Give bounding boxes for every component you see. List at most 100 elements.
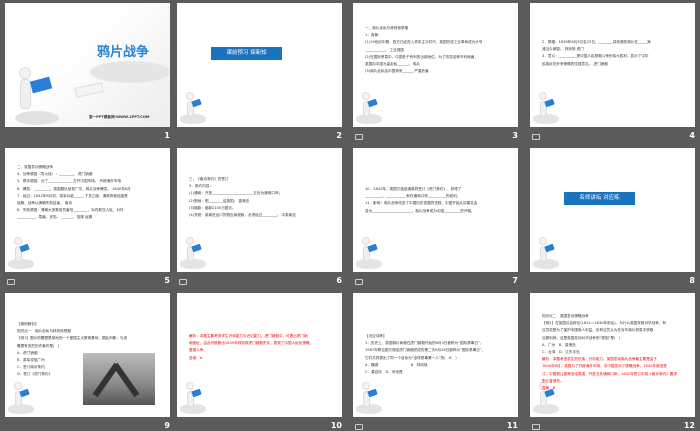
text-line: 答案：A [189,355,203,360]
text-line: 1．历史上，英国鸦片商贩在虎门销烟开始的6月3日被称为“国际禁毒日”， [365,341,484,346]
text-line: 知识点二 英国发动侵略战争 [542,314,589,318]
slide-thumbnail-6[interactable]: 三、《南京条约》的签订 9．条约内容： (1)通商：开放______________… [177,148,342,272]
text-line: C．龚自珍 D．邓世昌 [365,370,403,375]
text-line: 英国向中国大量走私______。 鸦片 [365,62,421,67]
text-line: 屈辱，战争以清朝失败结束。 南京 [17,201,73,206]
text-line: A．魏源 B．林则徐 [365,362,428,367]
slide-thumbnail-1[interactable]: 鸦片战争 第一PPT模板网-WWW.1PPT.COM [5,3,170,127]
text-line: 1987年联合国又规定虎门销烟完成的第二天6月26日被称为“国际禁毒日”， [365,348,486,353]
slide-number: 7 [512,276,518,285]
text-line: 民族反抗外来侵略的坚强意志。 虎门销烟 [542,61,608,66]
text-line: 它们共同提出了同一个目标为“全球禁毒第一人”的( B ) [365,355,457,360]
text-line: __________，畏缩，妥协。 ______。 投降 屈服 [17,215,93,220]
section-banner: 课前预习 探新知 [211,47,282,60]
slide-text: 一、鸦片走私与林则徐禁烟 1．背景： (1)19世纪中期，西方已经进入资本主义时代，… [365,25,508,75]
slide-number: 2 [336,131,342,140]
text-line: 议员说是为了保护本国商人利益，也有议员认为在对华鸦片贸易中获取 [542,328,654,333]
slide-text: 2．禁烟：1839年6月3日至25日，________将收缴的鸦片在_____海… [542,39,685,68]
slide-number: 6 [336,276,342,285]
text-line: (4)关税：英商进出口货物应纳税款，必须经过________。 中英商定 [189,213,296,218]
text-line: 【对应训练】 [365,334,387,338]
animation-icon[interactable] [355,134,363,140]
puzzle-pieces-graphic [74,82,104,98]
text-line: 答案：B [542,386,556,391]
text-line: 4．战争原因（导火线）：________。 虎门销烟 [17,172,93,177]
text-line: (1)19世纪中期，西方已经进入资本主义时代，英国完成工业革命成为头号 [365,40,483,45]
animation-icon[interactable] [7,279,15,285]
text-line: 8．失败原因：清朝大多数官员害怕________，对内欺压人民，对外 [17,208,124,213]
text-line: 一、鸦片走私与林则徐禁烟 [365,26,409,30]
slide-number: 9 [164,421,170,430]
text-line: 10．1842年，英国又强迫清政府签订《虎门条约》，获得了 [365,187,462,191]
text-line: (2)割地：割________给英国； 香港岛 [189,198,250,203]
slide-number: 1 [164,131,170,140]
puzzle-figure-icon [180,380,208,414]
slide-text: 二、英国发动侵略战争 4．战争原因（导火线）：________。 虎门销烟 5．根本… [17,164,160,222]
slide-number: 3 [512,131,518,140]
slide-thumbnail-3[interactable]: 一、鸦片走私与林则徐禁烟 1．背景： (1)19世纪中期，西方已经进入资本主义时代，… [353,3,518,127]
text-line: 3．意义：__________是中国人民禁烟斗争的伟大胜利，显示了中华 [542,54,649,59]
slide-number: 8 [689,276,695,285]
slide-thumbnail-12[interactable]: 知识点二 英国发动侵略战争 【例2】在英国议会辩论(1821～1830年前后)，为… [530,293,695,417]
text-line: 订，中国割让香港岛给英国，开放五处通商口岸。1842年签订中英《南京条约》要求 [542,371,677,376]
text-line: 【例1】图示的雕塑是某地的一个爱国主义教育基地，据此判断，与该 [17,336,128,341]
text-line: 爱国斗争。 [189,348,207,353]
slide-thumbnail-9[interactable]: 【典例精析】知识点一 鸦片走私与林则徐禁烟【例1】图示的雕塑是某地的一个爱国主义… [5,293,170,417]
text-line: 巨额利润，这是英国发动对华战争的“原因”是( ) [542,335,621,340]
slide-thumbnail-8[interactable]: 名师讲坛 对应练 [530,148,695,272]
text-line: 11．影响：鸦片战争改变了中国历史发展的进程，中国开始从封建社会 [365,201,478,206]
slide-text: 知识点二 英国发动侵略战争 【例2】在英国议会辩论(1821～1830年前后)，为… [542,313,685,392]
animation-icon[interactable] [355,424,363,430]
puzzle-figure-icon [356,90,384,124]
text-line: 1．背景： [365,33,382,38]
section-banner: 名师讲坛 对应练 [564,192,635,205]
slide-number: 12 [683,421,695,430]
text-line: 1840年6月，英国为了开辟海外市场，对中国发动了侵略战争。1842年被迫签 [542,364,667,369]
text-line: 7．经过：1842年8月初，英军兵临______下关江面，清政府被迫接受 [17,193,128,198]
slide-thumbnail-7[interactable]: 10．1842年，英国又强迫清政府签订《虎门条约》，获得了 __________、… [353,148,518,272]
slide-text: 【对应训练】 1．历史上，英国鸦片商贩在虎门销烟开始的6月3日被称为“国际禁毒日”… [365,333,508,376]
text-line: (3)赔款：赔款2100万银元。 [189,205,236,210]
text-line: C．台湾 D．辽东半岛 [542,350,580,355]
text-line: 解析：本题考查学生的识读、分析能力。英国发动鸦片战争最主要是由于 [542,357,657,362]
text-line: 知识点一 鸦片走私与林则徐禁烟 [17,329,71,334]
text-line: 变为______________________，鸦片战争成为中国_______… [365,208,475,213]
slide-text: 三、《南京条约》的签订 9．条约内容： (1)通商：开放______________… [189,176,332,219]
slide-title: 鸦片战争 [97,45,150,60]
text-line: (1)通商：开放_______________________五处为通商口岸； [189,191,283,196]
slide-thumbnail-5[interactable]: 二、英国发动侵略战争 4．战争原因（导火线）：________。 虎门销烟 5．根本… [5,148,170,272]
slide-number: 4 [689,131,695,140]
text-line: __________、___________和在通商口岸__________的权… [365,194,461,199]
slide-thumbnail-2[interactable]: 课前预习 探新知 [177,3,342,127]
text-line: 割让香港岛。 [542,378,564,383]
slide-number: 10 [330,421,342,430]
text-line: (3)鸦片走私给中国带来______ 严重危害 [365,69,429,74]
text-line: 二、英国发动侵略战争 [17,165,53,169]
puzzle-figure-icon [356,235,384,269]
text-line: 雕塑有关的历史事件是( ) [17,343,60,348]
slide-number: 11 [506,421,518,430]
puzzle-figure-icon [533,235,561,269]
slide-thumbnail-10[interactable]: 解析：本题主要考查学生识读能力与识记能力。虎门销烟中，可看出虎门销烟遗址，由此可… [177,293,342,417]
puzzle-figure-icon [356,380,384,414]
text-line: 【典例精析】 [17,322,39,326]
slide-number: 5 [164,276,170,285]
slide-text: 解析：本题主要考查学生识读能力与识记能力。虎门销烟中，可看出虎门销烟遗址，由此可… [189,333,332,362]
slide-thumbnail-4[interactable]: 2．禁烟：1839年6月3日至25日，________将收缴的鸦片在_____海… [530,3,695,127]
slide-thumbnail-11[interactable]: 【对应训练】 1．历史上，英国鸦片商贩在虎门销烟开始的6月3日被称为“国际禁毒日”… [353,293,518,417]
text-line: 烟遗址，由此可推断出1839年林则徐虎门销烟史实，表现了中国人民反侵略， [189,341,314,346]
sculpture-photo [83,353,155,405]
text-line: 6．爆发：_________，英国舰队驶抵广东，鸦片战争爆发。 1840年6月 [17,186,131,191]
animation-icon[interactable] [532,134,540,140]
text-line: (2)在国际贸易中，中国处于有利的出超地位，为了改变这种不利局面， [365,54,478,59]
animation-icon[interactable] [532,424,540,430]
puzzle-figure-icon [11,65,61,125]
text-line: 解析：本题主要考查学生识读能力与识记能力。虎门销烟中，可看出虎门销 [189,334,308,338]
puzzle-figure-icon [8,380,36,414]
animation-icon[interactable] [179,279,187,285]
animation-icon[interactable] [355,279,363,285]
text-line: A．广州 B．香港岛 [542,342,576,347]
text-line: 2．禁烟：1839年6月3日至25日，________将收缴的鸦片在_____海 [542,40,651,44]
pedestal-graphic [90,61,170,83]
puzzle-figure-icon [180,90,208,124]
